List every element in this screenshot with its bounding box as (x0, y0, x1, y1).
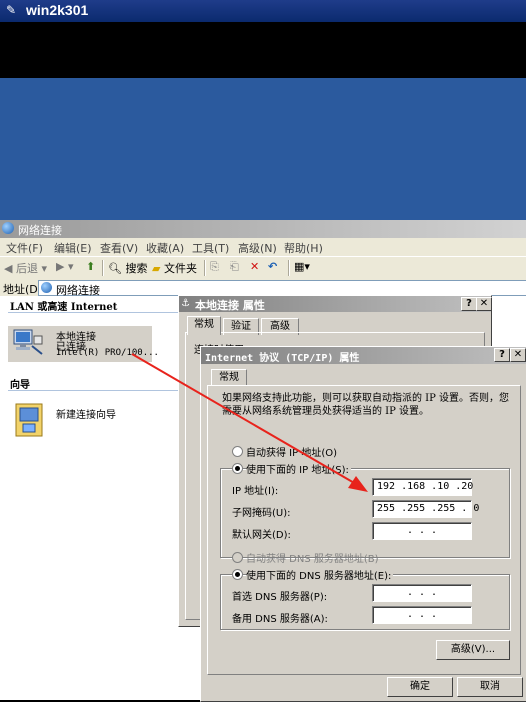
remote-desktop-bar: ✎ win2k301 (0, 0, 526, 22)
auto-ip-radio[interactable] (232, 446, 243, 457)
toolbar-separator (204, 260, 206, 276)
alternate-dns-input[interactable]: . . . (372, 606, 472, 624)
menu-favorites[interactable]: 收藏(A) (146, 240, 184, 256)
cancel-button[interactable]: 取消 (457, 677, 523, 697)
tab-general[interactable]: 常规 (211, 369, 247, 386)
window-title: 网络连接 (18, 224, 62, 237)
description-text: 如果网络支持此功能，则可以获取自动指派的 IP 设置。否则，您需要从网络系统管理… (222, 393, 510, 417)
views-icon: ▦ (294, 260, 305, 273)
close-button[interactable]: ✕ (510, 348, 526, 362)
subnet-mask-label: 子网掩码(U): (232, 508, 291, 519)
ip-address-input[interactable]: 192 .168 .10 .20 (372, 478, 473, 496)
manual-ip-label: 使用下面的 IP 地址(S): (246, 461, 351, 476)
default-gateway-label: 默认网关(D): (232, 530, 291, 541)
black-band (0, 22, 526, 78)
back-arrow-icon: ◀ (4, 262, 13, 275)
auto-dns-radio[interactable] (232, 552, 243, 563)
address-label: 地址(D) (3, 283, 43, 296)
delete-icon[interactable]: ✕ (250, 260, 259, 276)
network-icon: ⚓ (181, 298, 190, 309)
menu-tools[interactable]: 工具(T) (192, 240, 229, 256)
tcpip-properties-dialog: Internet 协议 (TCP/IP) 属性 ? ✕ 常规 如果网络支持此功能… (200, 346, 526, 702)
views-button[interactable]: ▦▾ (294, 260, 310, 276)
help-button[interactable]: ? (494, 348, 510, 362)
network-globe-icon (2, 222, 14, 234)
subnet-mask-input[interactable]: 255 .255 .255 . 0 (372, 500, 479, 518)
preferred-dns-input[interactable]: . . . (372, 584, 472, 602)
folders-label: 文件夹 (163, 262, 197, 275)
folders-button[interactable]: ▰ 文件夹 (152, 260, 197, 276)
ok-button[interactable]: 确定 (387, 677, 453, 697)
address-input[interactable]: 网络连接 (38, 280, 526, 297)
window-titlebar: 网络连接 (0, 220, 526, 238)
dialog-titlebar: Internet 协议 (TCP/IP) 属性 ? ✕ (201, 347, 526, 364)
remote-session-title: win2k301 (26, 2, 89, 18)
desktop-background (0, 78, 526, 220)
group-header-wizard: 向导 (10, 380, 30, 391)
manual-ip-radio[interactable] (232, 463, 243, 474)
forward-button[interactable]: ▶ ▾ (56, 260, 74, 276)
search-button[interactable]: 🔍︎ 搜索 (108, 260, 147, 276)
move-to-icon[interactable]: ⎘ (210, 260, 219, 276)
group-header-lan: LAN 或高速 Internet (10, 302, 118, 313)
search-icon: 🔍︎ (108, 262, 122, 275)
toolbar-separator (288, 260, 290, 276)
new-connection-wizard-label[interactable]: 新建连接向导 (56, 406, 116, 421)
menu-help[interactable]: 帮助(H) (284, 240, 323, 256)
search-label: 搜索 (125, 262, 148, 275)
toolbar: ◀ 后退 ▾ ▶ ▾ ⬆ 🔍︎ 搜索 ▰ 文件夹 ⎘ ⎗ ✕ ↶ ▦▾ (0, 256, 526, 280)
up-folder-icon[interactable]: ⬆ (86, 260, 95, 276)
tab-general[interactable]: 常规 (187, 316, 221, 335)
folder-icon: ▰ (152, 262, 161, 275)
new-connection-wizard-icon[interactable] (14, 402, 46, 438)
close-button[interactable]: ✕ (476, 297, 492, 311)
manual-dns-label: 使用下面的 DNS 服务器地址(E): (246, 567, 394, 582)
undo-icon[interactable]: ↶ (268, 260, 277, 276)
menu-bar: 文件(F) 编辑(E) 查看(V) 收藏(A) 工具(T) 高级(N) 帮助(H… (0, 238, 526, 256)
alternate-dns-label: 备用 DNS 服务器(A): (232, 614, 328, 625)
group-divider (8, 390, 178, 391)
auto-ip-label: 自动获得 IP 地址(O) (246, 448, 338, 459)
dialog-title: 本地连接 属性 (195, 299, 265, 312)
dialog-titlebar: ⚓ 本地连接 属性 ? ✕ (179, 296, 492, 312)
forward-arrow-icon: ▶ (56, 260, 65, 273)
auto-dns-label: 自动获得 DNS 服务器地址(B) (246, 554, 379, 565)
back-label: 后退 (15, 262, 38, 275)
dialog-panel: 如果网络支持此功能，则可以获取自动指派的 IP 设置。否则，您需要从网络系统管理… (207, 385, 521, 675)
dialog-title: Internet 协议 (TCP/IP) 属性 (205, 353, 360, 364)
network-connection-icon (13, 329, 43, 355)
menu-advanced[interactable]: 高级(N) (238, 240, 277, 256)
toolbar-separator (102, 260, 104, 276)
ip-address-label: IP 地址(I): (232, 486, 279, 497)
network-globe-icon (41, 282, 52, 293)
menu-view[interactable]: 查看(V) (100, 240, 138, 256)
menu-edit[interactable]: 编辑(E) (54, 240, 92, 256)
advanced-button[interactable]: 高级(V)... (436, 640, 510, 660)
connection-adapter: Intel(R) PRO/100... (56, 348, 159, 358)
help-button[interactable]: ? (461, 297, 477, 311)
manual-dns-radio[interactable] (232, 569, 243, 580)
back-button[interactable]: ◀ 后退 ▾ (4, 260, 47, 276)
group-divider (8, 312, 178, 313)
preferred-dns-label: 首选 DNS 服务器(P): (232, 592, 328, 603)
pin-icon[interactable]: ✎ (6, 3, 20, 17)
copy-to-icon[interactable]: ⎗ (230, 260, 239, 276)
default-gateway-input[interactable]: . . . (372, 522, 472, 540)
menu-file[interactable]: 文件(F) (6, 240, 43, 256)
local-connection-item[interactable]: 本地连接 已连接 Intel(R) PRO/100... (8, 326, 159, 362)
